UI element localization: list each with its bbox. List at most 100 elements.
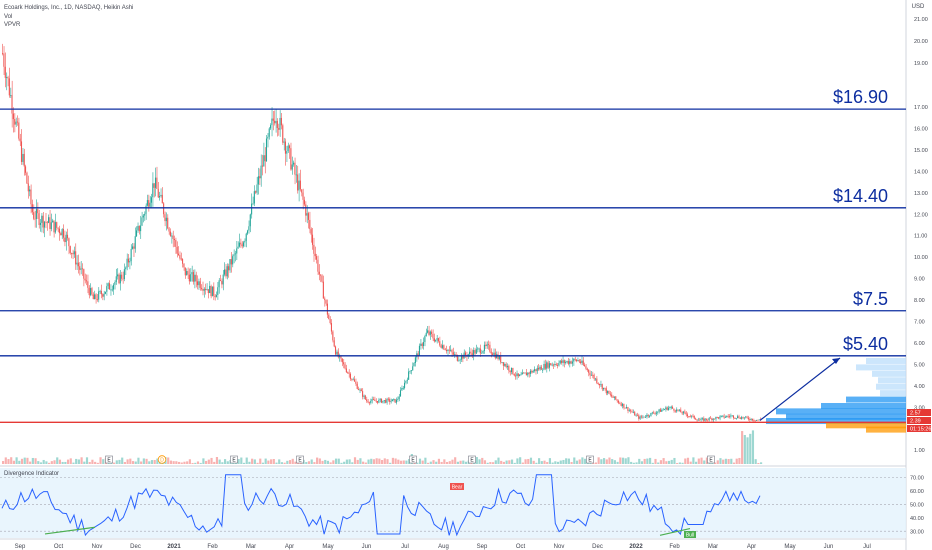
candle <box>505 364 507 368</box>
candle <box>501 362 503 363</box>
candle <box>512 367 514 375</box>
x-tick-label: May <box>784 544 795 550</box>
candle <box>261 165 263 167</box>
volume-bar <box>223 459 227 464</box>
volume-bar <box>602 458 606 464</box>
candle <box>253 191 255 204</box>
volume-bar <box>692 457 695 464</box>
candle <box>157 188 159 198</box>
candle <box>410 370 412 372</box>
chart-canvas[interactable]: Sep Oct Nov Dec 2021 Feb Mar Apr May Jun Jul Aug Sep… <box>0 0 932 550</box>
candle <box>316 256 318 260</box>
volume-bar <box>559 460 562 464</box>
volume-bar <box>23 457 26 464</box>
candle <box>288 145 291 149</box>
candle <box>270 125 272 129</box>
volume-bar <box>15 457 18 464</box>
volume-bar <box>115 460 118 464</box>
candle <box>739 418 741 419</box>
volume-bar <box>516 458 519 464</box>
candle <box>701 418 703 420</box>
candle <box>272 118 274 121</box>
x-tick-label: Apr <box>285 544 294 550</box>
volume-bar <box>578 459 581 464</box>
candle <box>552 364 554 366</box>
volume-bar <box>91 459 94 464</box>
volume-bar <box>383 458 386 464</box>
volume-bar <box>427 462 430 464</box>
candle <box>575 359 577 361</box>
candle <box>529 370 531 374</box>
y-tick-label: 21.00 <box>914 17 928 23</box>
candle <box>474 350 476 354</box>
candle <box>359 389 361 391</box>
candle <box>238 242 240 247</box>
volume-bar <box>4 457 7 464</box>
candle <box>133 246 135 249</box>
volume-bar <box>464 461 468 464</box>
candle <box>682 411 684 414</box>
candle <box>345 368 347 373</box>
volume-bar <box>389 462 392 464</box>
vpvr-bar <box>866 357 906 364</box>
volume-bar <box>654 458 657 464</box>
volume-bar <box>751 430 755 464</box>
candle <box>14 119 16 125</box>
dividend-marker-text: D <box>160 458 164 464</box>
candle <box>282 125 284 143</box>
candle <box>597 382 599 385</box>
candle <box>100 291 102 295</box>
candle <box>555 364 557 366</box>
candle <box>41 215 43 223</box>
candle <box>362 391 364 397</box>
candle <box>481 352 483 354</box>
y-tick-label: 8.00 <box>914 298 925 304</box>
candle <box>52 220 54 223</box>
candle <box>22 153 24 162</box>
candle <box>211 286 213 297</box>
candle <box>6 76 8 78</box>
volume-bar <box>148 461 151 464</box>
candle <box>684 411 686 413</box>
volume-bar <box>18 460 21 464</box>
volume-bar <box>286 460 289 464</box>
volume-bar <box>695 461 698 464</box>
candle <box>190 274 192 282</box>
y-tick-label: 7.00 <box>914 320 925 326</box>
volume-bar <box>251 458 254 464</box>
volume-bar <box>221 462 224 464</box>
candle <box>195 274 197 282</box>
volume-bar <box>402 460 405 464</box>
y-tick-label: 16.00 <box>914 126 928 132</box>
volume-bar <box>494 460 497 464</box>
candle <box>94 294 96 300</box>
candle <box>582 360 584 365</box>
volume-bar <box>50 461 53 464</box>
volume-bar <box>600 459 603 464</box>
volume-bar <box>332 460 335 464</box>
volume-bar <box>340 462 343 464</box>
volume-bar <box>657 462 660 464</box>
candle <box>154 177 157 188</box>
x-tick-label: Jul <box>401 544 409 550</box>
volume-bar <box>64 461 67 464</box>
candle <box>672 406 674 409</box>
candle <box>27 183 29 192</box>
volume-bar <box>172 461 175 464</box>
candle <box>447 349 449 352</box>
candle <box>298 180 300 191</box>
y-tick-label: 1.00 <box>914 448 925 454</box>
candle <box>547 362 549 368</box>
candle <box>341 358 343 363</box>
candle <box>38 213 40 226</box>
candle <box>80 268 82 270</box>
candle <box>198 281 200 286</box>
candle <box>103 293 105 297</box>
volume-bar <box>567 458 570 464</box>
candle <box>370 400 372 403</box>
volume-bar <box>253 459 256 464</box>
volume-bar <box>584 458 587 464</box>
candle <box>445 349 448 352</box>
candle <box>144 213 146 216</box>
candle <box>517 373 519 377</box>
